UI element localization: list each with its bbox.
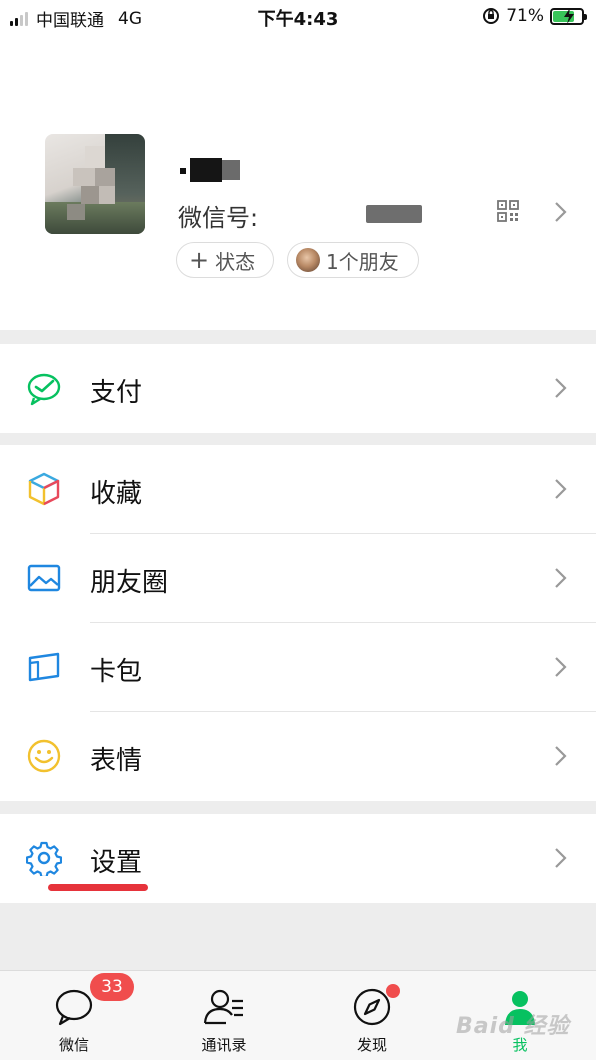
menu-label-moments: 朋友圈 [90,568,169,598]
unread-badge: 33 [90,973,134,1001]
card-wallet-icon [28,652,60,682]
chat-bubble-icon [55,989,93,1026]
friends-label: 1个朋友 [326,249,399,274]
tab-contacts[interactable]: 通讯录 [184,987,264,1055]
contacts-icon [203,989,243,1025]
menu-label-favorites: 收藏 [90,479,143,509]
chevron-right-icon [555,378,567,398]
wallet-check-icon [27,373,61,406]
tab-label-chats: 微信 [58,1036,89,1054]
pay-group: 支付 [0,344,596,433]
rotation-lock-icon [483,8,500,24]
menu-label-cards: 卡包 [90,657,143,687]
picture-icon [27,564,61,592]
menu-label-stickers: 表情 [90,746,143,776]
status-button[interactable]: + 状态 [176,242,274,278]
highlight-underline [48,884,148,891]
chevron-right-icon [555,568,567,588]
menu-label-settings: 设置 [90,848,143,878]
qr-code-icon[interactable] [497,200,519,222]
main-menu-group: 收藏 朋友圈 卡包 表情 [0,445,596,801]
chevron-right-icon [555,657,567,677]
wechat-id-label: 微信号: [178,204,259,232]
smiley-icon [27,739,61,773]
menu-item-pay[interactable]: 支付 [0,344,596,433]
chevron-right-icon[interactable] [553,201,567,223]
profile-card[interactable]: 微信号: + 状态 1个朋友 [0,36,596,330]
friend-avatar [296,248,320,272]
status-right: 71% [482,6,587,26]
battery-icon [550,7,587,25]
avatar[interactable] [45,134,145,234]
battery-percent: 71% [506,6,544,26]
chevron-right-icon [555,746,567,766]
tab-label-contacts: 通讯录 [201,1036,247,1054]
menu-item-settings[interactable]: 设置 [0,814,596,903]
plus-icon: + [189,246,210,274]
menu-label-pay: 支付 [90,378,143,408]
friends-status-button[interactable]: 1个朋友 [287,242,419,278]
menu-item-stickers[interactable]: 表情 [0,712,596,801]
status-label: 状态 [215,249,256,274]
tab-label-discover: 发现 [356,1036,387,1054]
nickname-redacted [180,158,246,186]
menu-item-moments[interactable]: 朋友圈 [0,534,596,623]
menu-item-cards[interactable]: 卡包 [0,623,596,712]
cube-icon [28,472,60,506]
settings-group: 设置 [0,814,596,903]
gear-icon [26,841,62,876]
menu-item-favorites[interactable]: 收藏 [0,445,596,534]
chevron-right-icon [555,848,567,868]
wechat-id-redacted [366,205,422,223]
chevron-right-icon [555,479,567,499]
tab-discover[interactable]: 发现 [332,987,412,1055]
status-bar: 中国联通 4G 下午4:43 71% [0,0,596,36]
discover-red-dot [386,984,400,998]
watermark: Baid 经验 [456,1014,570,1039]
